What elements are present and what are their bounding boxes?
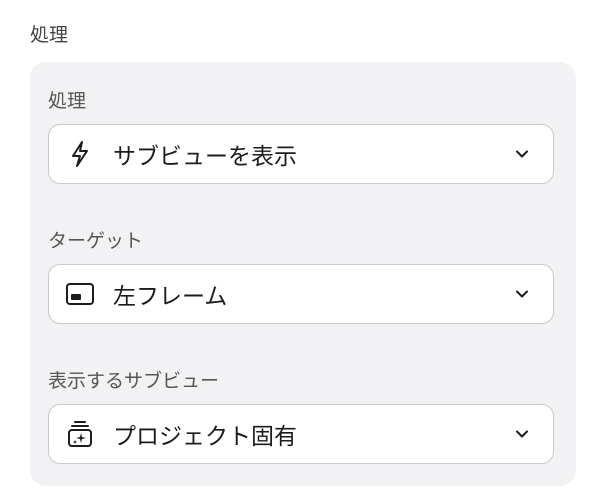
target-label: ターゲット: [48, 230, 144, 252]
action-label: 処理: [48, 90, 87, 112]
subview-label: 表示するサブビュー: [48, 370, 220, 392]
chevron-down-icon: [515, 287, 529, 301]
action-select[interactable]: サブビューを表示: [48, 124, 554, 184]
target-select[interactable]: 左フレーム: [48, 264, 554, 324]
subview-select[interactable]: プロジェクト固有: [48, 404, 554, 464]
project-stack-icon: [65, 419, 95, 449]
chevron-down-icon: [515, 147, 529, 161]
action-value: サブビューを表示: [113, 144, 297, 170]
subview-value: プロジェクト固有: [113, 424, 297, 450]
chevron-down-icon: [515, 427, 529, 441]
settings-panel: 処理 サブビューを表示 ターゲット 左フレーム 表示するサブビュー プロジェクト…: [30, 62, 576, 486]
target-value: 左フレーム: [113, 284, 228, 310]
lightning-icon: [65, 139, 95, 169]
left-frame-icon: [65, 279, 95, 309]
section-title: 処理: [30, 24, 69, 46]
